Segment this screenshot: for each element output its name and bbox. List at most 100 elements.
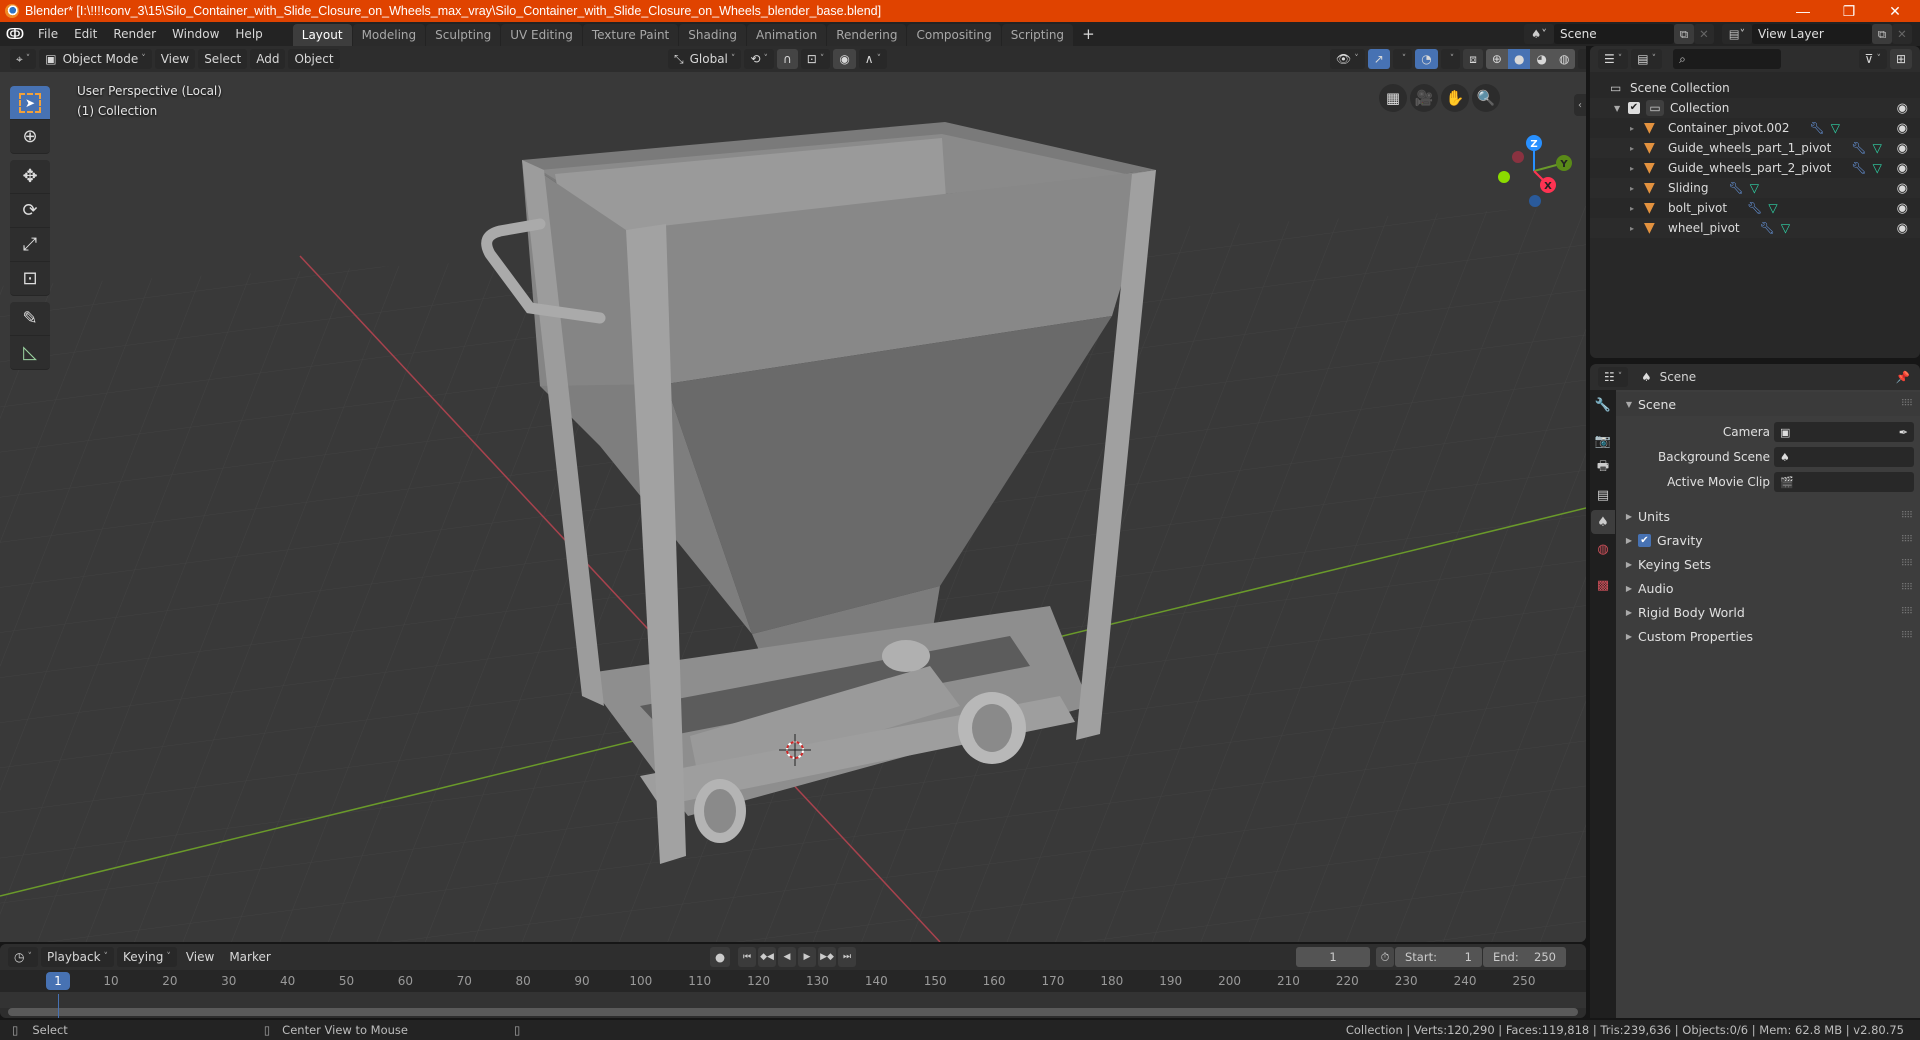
outliner-object-row[interactable]: ▸ ▼ wheel_pivot 🔧︎ ▽ ◉ — [1590, 218, 1920, 238]
mesh-data-icon[interactable]: ▽ — [1768, 201, 1777, 215]
view-layer-icon[interactable]: ▤˅ — [1722, 24, 1752, 44]
background-scene-field[interactable]: ♠ — [1774, 447, 1914, 467]
zoom-view-icon[interactable]: 🔍 — [1472, 84, 1500, 112]
menu-render[interactable]: Render — [105, 22, 164, 46]
outliner-object-row[interactable]: ▸ ▼ Guide_wheels_part_2_pivot 🔧︎ ▽ ◉ — [1590, 158, 1920, 178]
visibility-eye-icon[interactable]: ◉ — [1897, 101, 1908, 116]
prev-keyframe-icon[interactable]: ◆◀ — [758, 947, 776, 967]
outliner-object-row[interactable]: ▸ ▼ bolt_pivot 🔧︎ ▽ ◉ — [1590, 198, 1920, 218]
new-collection-icon[interactable]: ⊞ — [1889, 49, 1912, 69]
subpanel-audio[interactable]: ▶ Audio ⠿⠿ — [1616, 576, 1920, 600]
subpanel-units[interactable]: ▶ Units ⠿⠿ — [1616, 504, 1920, 528]
menu-keying[interactable]: Keying ˅ — [117, 947, 177, 967]
display-mode-button[interactable]: ▤ ˅ — [1631, 49, 1663, 69]
scene-name-field[interactable]: Scene — [1554, 24, 1674, 44]
gizmo-dropdown[interactable]: ˅ — [1392, 49, 1413, 69]
subpanel-custom-properties[interactable]: ▶ Custom Properties ⠿⠿ — [1616, 624, 1920, 648]
drag-handle-icon[interactable]: ⠿⠿ — [1901, 583, 1913, 593]
tab-shading[interactable]: Shading — [679, 24, 746, 46]
delete-view-layer-icon[interactable]: ✕ — [1892, 24, 1912, 44]
tab-modeling[interactable]: Modeling — [352, 24, 426, 46]
timeline-ruler[interactable]: 10 20 30 40 50 60 70 80 90 100 110 120 130 140 150 160 1… — [0, 970, 1586, 992]
current-frame-field[interactable]: 1 — [1296, 947, 1370, 967]
timeline-scrollbar[interactable] — [8, 1008, 1578, 1016]
tab-animation[interactable]: Animation — [747, 24, 827, 46]
tree-line-icon[interactable]: ▸ — [1630, 164, 1644, 173]
visibility-eye-icon[interactable]: ◉ — [1897, 201, 1908, 216]
shading-dropdown[interactable]: ˅ — [1578, 49, 1586, 69]
menu-select[interactable]: Select — [198, 49, 248, 69]
add-workspace-button[interactable]: + — [1074, 22, 1103, 46]
outliner-scene-collection[interactable]: ▭ Scene Collection — [1590, 78, 1920, 98]
overlay-toggle-icon[interactable]: ◔ — [1415, 49, 1438, 69]
modifier-wrench-icon[interactable]: 🔧︎ — [1747, 201, 1762, 215]
properties-editor-type-button[interactable]: ☷ ˅ — [1598, 367, 1629, 387]
material-shading-icon[interactable]: ◕ — [1530, 49, 1553, 69]
rendered-shading-icon[interactable]: ◍ — [1552, 49, 1576, 69]
scene-selector[interactable]: ♠˅ Scene ⧉ ✕ — [1524, 24, 1714, 44]
viewport-scene[interactable]: Z Y X — [0, 46, 1586, 942]
annotate-tool[interactable]: ✎ — [10, 302, 50, 336]
subpanel-keying-sets[interactable]: ▶ Keying Sets ⠿⠿ — [1616, 552, 1920, 576]
menu-playback[interactable]: Playback ˅ — [40, 947, 115, 967]
visibility-eye-icon[interactable]: ◉ — [1897, 221, 1908, 236]
modifier-wrench-icon[interactable]: 🔧︎ — [1728, 181, 1743, 195]
menu-marker[interactable]: Marker — [223, 947, 276, 967]
cursor-tool[interactable]: ⊕ — [10, 120, 50, 154]
close-button[interactable]: ✕ — [1872, 0, 1918, 22]
transform-tool[interactable]: ⊡ — [10, 262, 50, 296]
scene-panel-header[interactable]: ▼ Scene ⠿⠿ — [1616, 392, 1920, 416]
3d-viewport[interactable]: Z Y X ⌖ ˅ ▣ Object Mode ˅ View Select Add O… — [0, 46, 1586, 942]
menu-edit[interactable]: Edit — [66, 22, 105, 46]
eyedropper-icon[interactable]: ✒ — [1899, 426, 1908, 439]
movie-clip-field[interactable]: 🎬 — [1774, 472, 1914, 492]
minimize-button[interactable]: — — [1780, 0, 1826, 22]
tab-scripting[interactable]: Scripting — [1001, 24, 1074, 46]
proportional-falloff-button[interactable]: ∧ ˅ — [858, 49, 888, 69]
outliner-object-row[interactable]: ▸ ▼ Guide_wheels_part_1_pivot 🔧︎ ▽ ◉ — [1590, 138, 1920, 158]
modifier-wrench-icon[interactable]: 🔧︎ — [1760, 221, 1775, 235]
gravity-checkbox[interactable]: ✔ — [1638, 533, 1651, 547]
measure-tool[interactable]: ◺ — [10, 336, 50, 370]
subpanel-gravity[interactable]: ▶ ✔ Gravity ⠿⠿ — [1616, 528, 1920, 552]
snap-target-button[interactable]: ⊡ ˅ — [800, 49, 831, 69]
tab-texture-paint[interactable]: Texture Paint — [582, 24, 679, 46]
tab-rendering[interactable]: Rendering — [827, 24, 907, 46]
mesh-data-icon[interactable]: ▽ — [1781, 221, 1790, 235]
proportional-edit-icon[interactable]: ◉ — [833, 49, 856, 69]
output-tab-icon[interactable]: 🖶 — [1591, 456, 1615, 480]
xray-toggle-icon[interactable]: ⧈ — [1463, 49, 1483, 69]
start-frame-field[interactable]: Start: 1 — [1395, 947, 1482, 967]
drag-handle-icon[interactable]: ⠿⠿ — [1901, 535, 1913, 545]
visibility-eye-icon[interactable]: ◉ — [1897, 141, 1908, 156]
modifier-wrench-icon[interactable]: 🔧︎ — [1851, 141, 1866, 155]
orientation-selector[interactable]: ⤡ Global ˅ — [668, 49, 742, 69]
camera-view-icon[interactable]: 🎥 — [1410, 84, 1438, 112]
pan-view-icon[interactable]: ✋ — [1441, 84, 1469, 112]
mesh-data-icon[interactable]: ▽ — [1831, 121, 1840, 135]
outliner-collection[interactable]: ▼ ✔ ▭ Collection ◉ — [1590, 98, 1920, 118]
outliner-object-row[interactable]: ▸ ▼ Container_pivot.002 🔧︎ ▽ ◉ — [1590, 118, 1920, 138]
menu-help[interactable]: Help — [227, 22, 270, 46]
restore-button[interactable]: ❐ — [1826, 0, 1872, 22]
new-scene-icon[interactable]: ⧉ — [1674, 24, 1694, 44]
drag-handle-icon[interactable]: ⠿⠿ — [1901, 631, 1913, 641]
scene-tab-icon[interactable]: ♠ — [1591, 510, 1615, 534]
tree-line-icon[interactable]: ▸ — [1630, 144, 1644, 153]
drag-handle-icon[interactable]: ⠿⠿ — [1901, 559, 1913, 569]
expand-arrow-icon[interactable]: ▼ — [1614, 104, 1628, 113]
jump-end-icon[interactable]: ⏭ — [838, 947, 856, 967]
pivot-point-button[interactable]: ⟲ ˅ — [744, 49, 774, 69]
toggle-perspective-icon[interactable]: ▦ — [1379, 84, 1407, 112]
menu-timeline-view[interactable]: View — [180, 947, 220, 967]
tab-sculpting[interactable]: Sculpting — [426, 24, 501, 46]
scale-tool[interactable]: ⤢ — [10, 228, 50, 262]
blender-logo-icon[interactable]: ↂ — [0, 25, 30, 43]
rotate-tool[interactable]: ⟳ — [10, 194, 50, 228]
drag-handle-icon[interactable]: ⠿⠿ — [1901, 399, 1913, 409]
view-layer-selector[interactable]: ▤˅ View Layer ⧉ ✕ — [1722, 24, 1912, 44]
world-tab-icon[interactable]: ◍ — [1591, 537, 1615, 561]
camera-field[interactable]: ▣ ✒ — [1774, 422, 1914, 442]
editor-type-button[interactable]: ⌖ ˅ — [10, 49, 37, 69]
sidebar-toggle-icon[interactable]: ‹ — [1574, 94, 1586, 116]
